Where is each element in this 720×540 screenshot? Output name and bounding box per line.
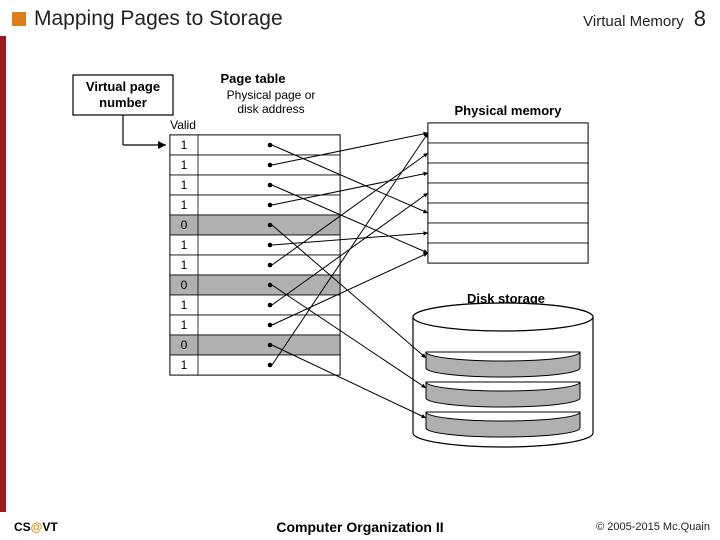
pm-row bbox=[428, 163, 588, 183]
pm-row bbox=[428, 183, 588, 203]
bullet-icon bbox=[12, 12, 26, 26]
pt-dot-icon bbox=[268, 143, 273, 148]
header: Mapping Pages to Storage Virtual Memory … bbox=[0, 0, 720, 36]
pt-row bbox=[170, 135, 340, 155]
header-right: Virtual Memory 8 bbox=[583, 6, 706, 32]
pt-dot-icon bbox=[268, 243, 273, 248]
footer-left: CS@VT bbox=[14, 520, 58, 534]
title-wrap: Mapping Pages to Storage bbox=[12, 7, 283, 31]
valid-bit: 1 bbox=[181, 198, 188, 212]
pt-dot-icon bbox=[268, 323, 273, 328]
valid-label: Valid bbox=[170, 118, 196, 132]
valid-bit: 0 bbox=[181, 278, 188, 292]
section-label: Virtual Memory bbox=[583, 13, 684, 30]
pagetable-sub-2: disk address bbox=[237, 102, 304, 116]
valid-bit: 1 bbox=[181, 358, 188, 372]
pm-row bbox=[428, 223, 588, 243]
left-accent-bar bbox=[0, 36, 6, 512]
physmem-rows bbox=[428, 123, 588, 263]
pt-row bbox=[170, 255, 340, 275]
pt-dot-icon bbox=[268, 363, 273, 368]
pm-row bbox=[428, 143, 588, 163]
valid-bit: 0 bbox=[181, 218, 188, 232]
pm-row bbox=[428, 123, 588, 143]
arrowhead-icon bbox=[423, 172, 428, 176]
arrowhead-icon bbox=[423, 193, 428, 197]
pt-dot-icon bbox=[268, 183, 273, 188]
pt-dot-icon bbox=[268, 283, 273, 288]
footer-at: @ bbox=[31, 520, 43, 534]
pt-dot-icon bbox=[268, 163, 273, 168]
disk-cylinder bbox=[413, 303, 593, 447]
footer-cs: CS bbox=[14, 520, 31, 534]
vpn-text-1: Virtual page bbox=[86, 79, 160, 94]
valid-bit: 1 bbox=[181, 298, 188, 312]
pt-row bbox=[170, 195, 340, 215]
vpn-text-2: number bbox=[99, 95, 147, 110]
physmem-label: Physical memory bbox=[455, 103, 563, 118]
pm-row bbox=[428, 203, 588, 223]
pt-row bbox=[170, 155, 340, 175]
footer-center: Computer Organization II bbox=[276, 519, 443, 535]
pagetable-title: Page table bbox=[220, 71, 285, 86]
valid-bit: 1 bbox=[181, 158, 188, 172]
vpn-arrowhead-icon bbox=[158, 141, 166, 149]
footer-vt: VT bbox=[42, 520, 57, 534]
valid-bit: 1 bbox=[181, 318, 188, 332]
arrowhead-icon bbox=[423, 153, 428, 157]
page-number: 8 bbox=[694, 6, 706, 32]
pt-row bbox=[170, 235, 340, 255]
pt-row bbox=[170, 175, 340, 195]
valid-bit: 1 bbox=[181, 178, 188, 192]
valid-bit: 1 bbox=[181, 138, 188, 152]
valid-bit: 1 bbox=[181, 238, 188, 252]
pt-dot-icon bbox=[268, 263, 273, 268]
pt-dot-icon bbox=[268, 303, 273, 308]
footer-right: © 2005-2015 Mc.Quain bbox=[596, 521, 710, 533]
page-table-rows: 1 1 1 1 0 1 1 0 1 1 0 1 bbox=[170, 135, 340, 375]
page-title: Mapping Pages to Storage bbox=[34, 7, 283, 31]
valid-bit: 1 bbox=[181, 258, 188, 272]
pm-row bbox=[428, 243, 588, 263]
pagetable-sub-1: Physical page or bbox=[227, 88, 316, 102]
diagram: Virtual page number Page table Physical … bbox=[18, 55, 698, 485]
pt-row bbox=[170, 315, 340, 335]
pt-row bbox=[170, 275, 340, 295]
footer: CS@VT Computer Organization II © 2005-20… bbox=[0, 516, 720, 540]
arrowhead-icon bbox=[423, 231, 428, 235]
valid-bit: 0 bbox=[181, 338, 188, 352]
pt-dot-icon bbox=[268, 203, 273, 208]
pt-dot-icon bbox=[268, 223, 273, 228]
pt-row bbox=[170, 215, 340, 235]
pt-row bbox=[170, 335, 340, 355]
pt-dot-icon bbox=[268, 343, 273, 348]
